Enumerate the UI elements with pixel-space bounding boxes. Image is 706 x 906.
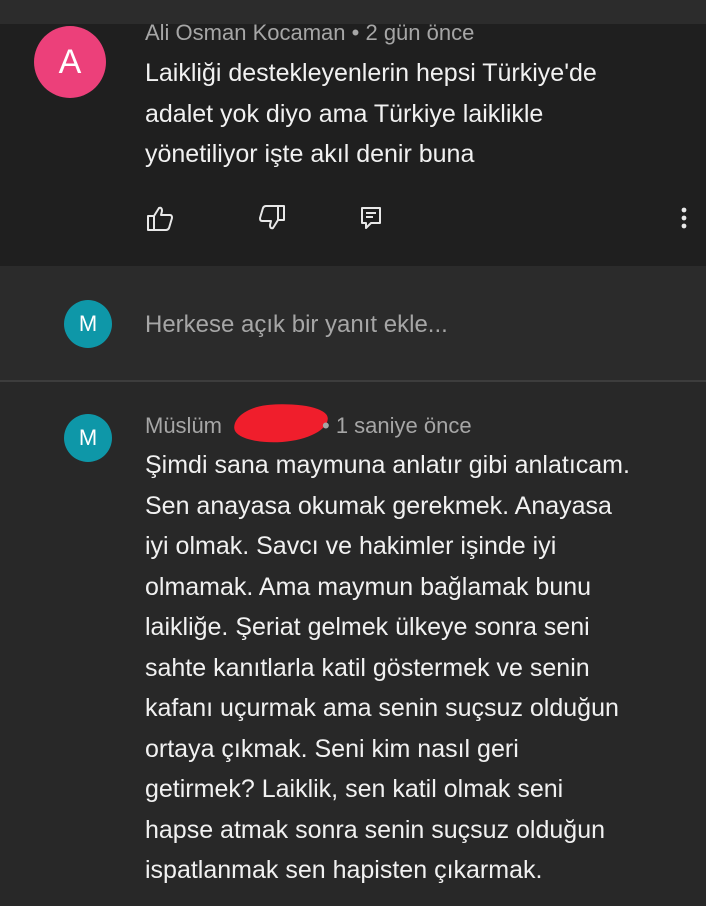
author-name[interactable]: Ali Osman Kocaman bbox=[145, 20, 346, 45]
reply-button[interactable] bbox=[353, 200, 389, 236]
author-name[interactable]: Müslüm bbox=[145, 413, 222, 438]
avatar-letter: M bbox=[78, 311, 98, 336]
comment-text: Şimdi sana maymuna anlatır gibi anlatıca… bbox=[145, 445, 690, 891]
comment-line: getirmek? Laiklik, sen katil olmak seni bbox=[145, 775, 564, 803]
avatar-letter: A bbox=[58, 42, 82, 81]
comment-line: kafanı uçurmak ama senin suçsuz olduğun bbox=[145, 694, 619, 722]
comment-line: laikliğe. Şeriat gelmek ülkeye sonra sen… bbox=[145, 613, 590, 641]
timestamp: 1 saniye önce bbox=[335, 413, 472, 438]
thumbs-down-icon bbox=[259, 205, 285, 230]
comment-line: Şimdi sana maymuna anlatır gibi anlatıca… bbox=[145, 451, 630, 479]
comment-line: sahte kanıtlarla katil göstermek ve seni… bbox=[145, 653, 590, 682]
dislike-button[interactable] bbox=[254, 200, 290, 236]
comment-line: adalet yok diyo ama Türkiye laiklikle bbox=[145, 99, 544, 128]
avatar[interactable]: M bbox=[64, 414, 112, 462]
comment-line: ispatlanmak sen hapisten çıkarmak. bbox=[145, 856, 543, 884]
reply-icon bbox=[361, 207, 381, 229]
comment-line: olmamak. Ama maymun bağlamak bunu bbox=[145, 572, 592, 601]
like-button[interactable] bbox=[142, 200, 178, 236]
separator: • bbox=[345, 20, 366, 45]
comment-line: Laikliği destekleyenlerin hepsi Türkiye'… bbox=[145, 59, 597, 87]
user-avatar: M bbox=[64, 300, 112, 348]
comment-line: ortaya çıkmak. Seni kim nasıl geri bbox=[145, 734, 519, 763]
comment-header: Ali Osman Kocaman • 2 gün önce bbox=[145, 20, 474, 46]
comment-line: hapse atmak sonra senin suçsuz olduğun bbox=[145, 815, 606, 844]
avatar[interactable]: A bbox=[34, 26, 106, 98]
timestamp: 2 gün önce bbox=[365, 20, 475, 45]
comment-meta: • 1 saniye önce bbox=[322, 413, 472, 439]
comment-line: iyi olmak. Savcı ve hakimler işinde iyi bbox=[145, 532, 557, 560]
comment-line: Sen anayasa okumak gerekmek. Anayasa bbox=[145, 491, 612, 520]
separator: • bbox=[322, 413, 336, 438]
more-options-button[interactable] bbox=[666, 200, 702, 236]
comment-line: yönetiliyor işte akıl denir buna bbox=[145, 140, 475, 168]
thumbs-up-icon bbox=[147, 206, 173, 231]
comment-text: Laikliği destekleyenlerin hepsi Türkiye'… bbox=[145, 53, 690, 175]
comment-header: Müslüm bbox=[145, 413, 222, 439]
reply-input[interactable]: Herkese açık bir yanıt ekle... bbox=[145, 311, 448, 339]
avatar-letter: M bbox=[78, 425, 98, 450]
more-vert-icon bbox=[681, 207, 687, 229]
comment-actions bbox=[0, 200, 706, 236]
